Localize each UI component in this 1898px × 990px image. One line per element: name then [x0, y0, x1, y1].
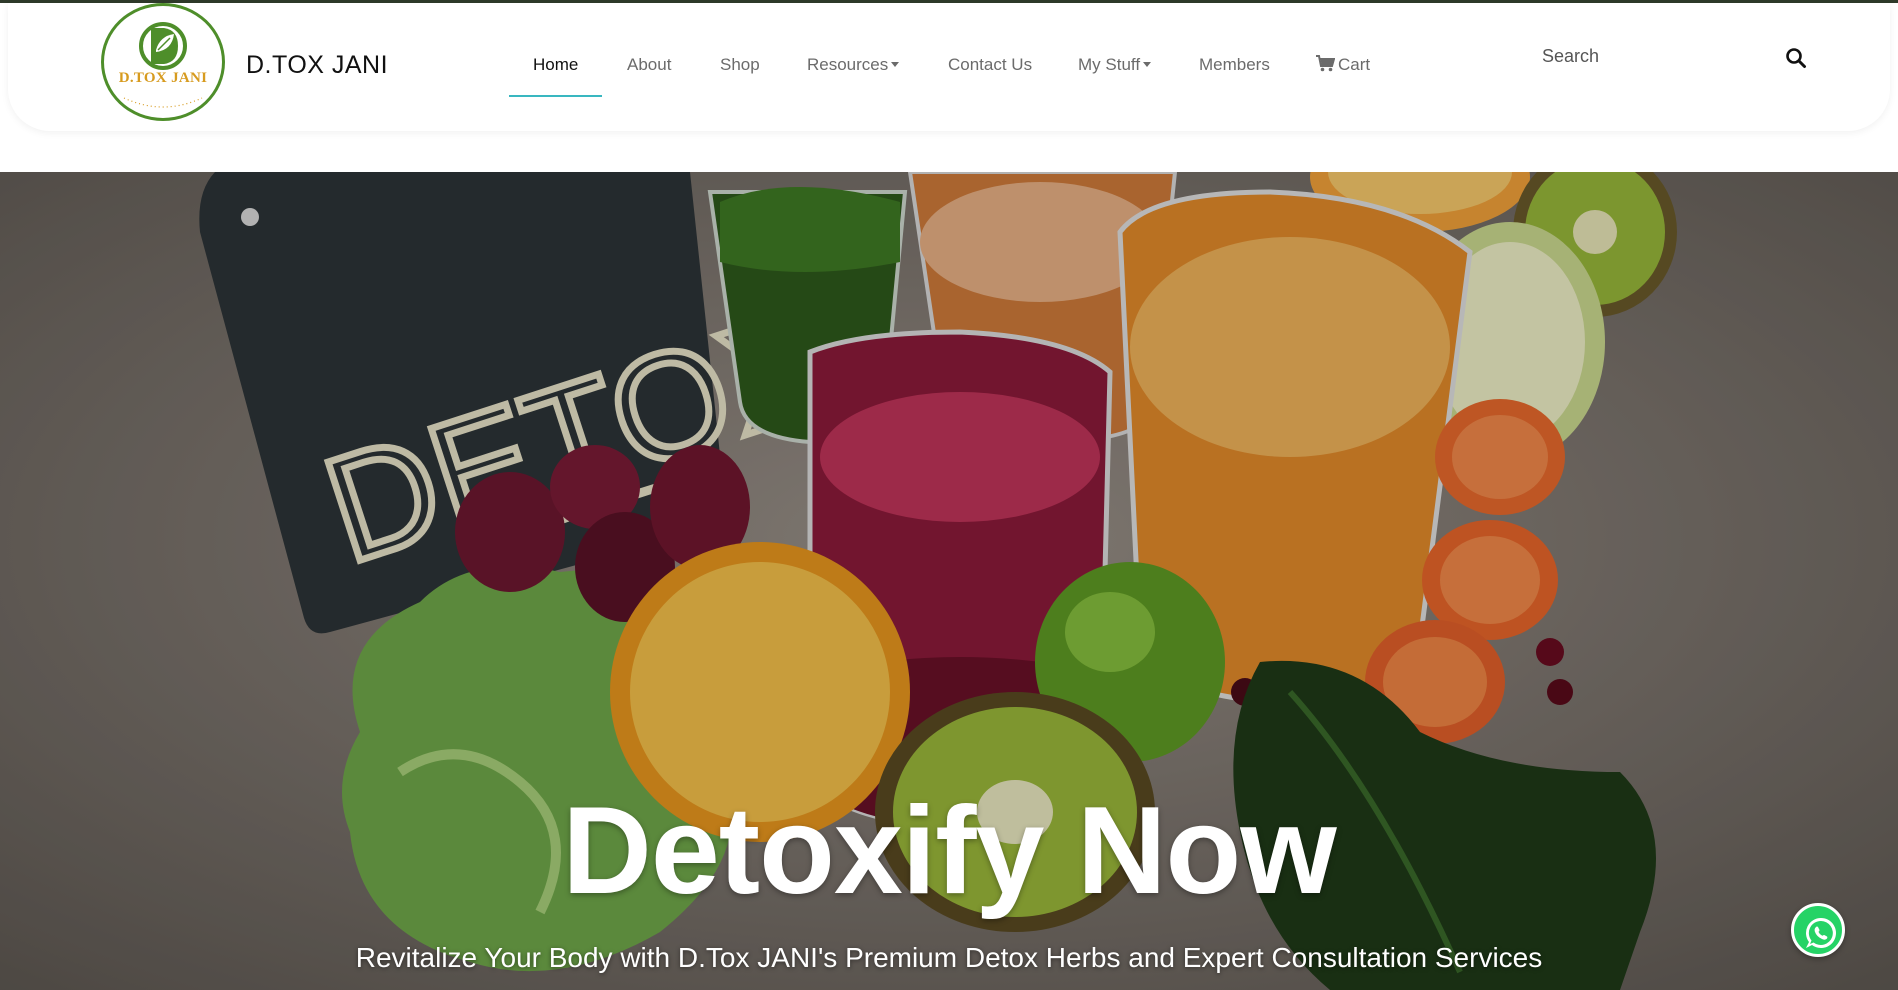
nav-home-label: Home	[533, 55, 579, 74]
nav-resources-label: Resources	[807, 55, 889, 74]
nav-resources[interactable]: Resources	[807, 55, 900, 75]
search-input[interactable]	[1542, 43, 1782, 69]
cart-icon	[1316, 55, 1335, 72]
nav-about-label: About	[627, 55, 672, 74]
whatsapp-chat-button[interactable]	[1791, 903, 1845, 957]
nav-my-stuff-label: My Stuff	[1078, 55, 1141, 74]
hero-subtitle: Revitalize Your Body with D.Tox JANI's P…	[355, 942, 1543, 973]
chevron-down-icon	[891, 62, 900, 67]
nav-active-indicator	[509, 95, 602, 97]
search-button[interactable]	[1785, 47, 1807, 69]
site-logo[interactable]: D.TOX JANI	[101, 3, 225, 121]
nav-contact-us[interactable]: Contact Us	[948, 55, 1032, 75]
nav-shop[interactable]: Shop	[720, 55, 760, 75]
search-icon	[1786, 48, 1806, 68]
brand-name[interactable]: D.TOX JANI	[246, 51, 388, 80]
nav-cart[interactable]: Cart	[1316, 55, 1370, 75]
leaf-logo-icon	[123, 22, 203, 108]
whatsapp-icon	[1806, 918, 1836, 948]
hero-title: Detoxify Now	[562, 782, 1336, 920]
hero-banner: DETOX	[0, 172, 1898, 990]
nav-cart-label: Cart	[1338, 55, 1371, 74]
nav-my-stuff[interactable]: My Stuff	[1078, 55, 1152, 75]
site-header: D.TOX JANI D.TOX JANI Home About Shop Re…	[8, 3, 1890, 131]
nav-members[interactable]: Members	[1199, 55, 1270, 75]
nav-contact-label: Contact Us	[948, 55, 1033, 74]
nav-about[interactable]: About	[627, 55, 671, 75]
logo-text: D.TOX JANI	[118, 70, 208, 86]
nav-home[interactable]: Home	[533, 55, 578, 75]
nav-members-label: Members	[1199, 55, 1270, 74]
chevron-down-icon	[1143, 62, 1152, 67]
nav-shop-label: Shop	[720, 55, 760, 74]
